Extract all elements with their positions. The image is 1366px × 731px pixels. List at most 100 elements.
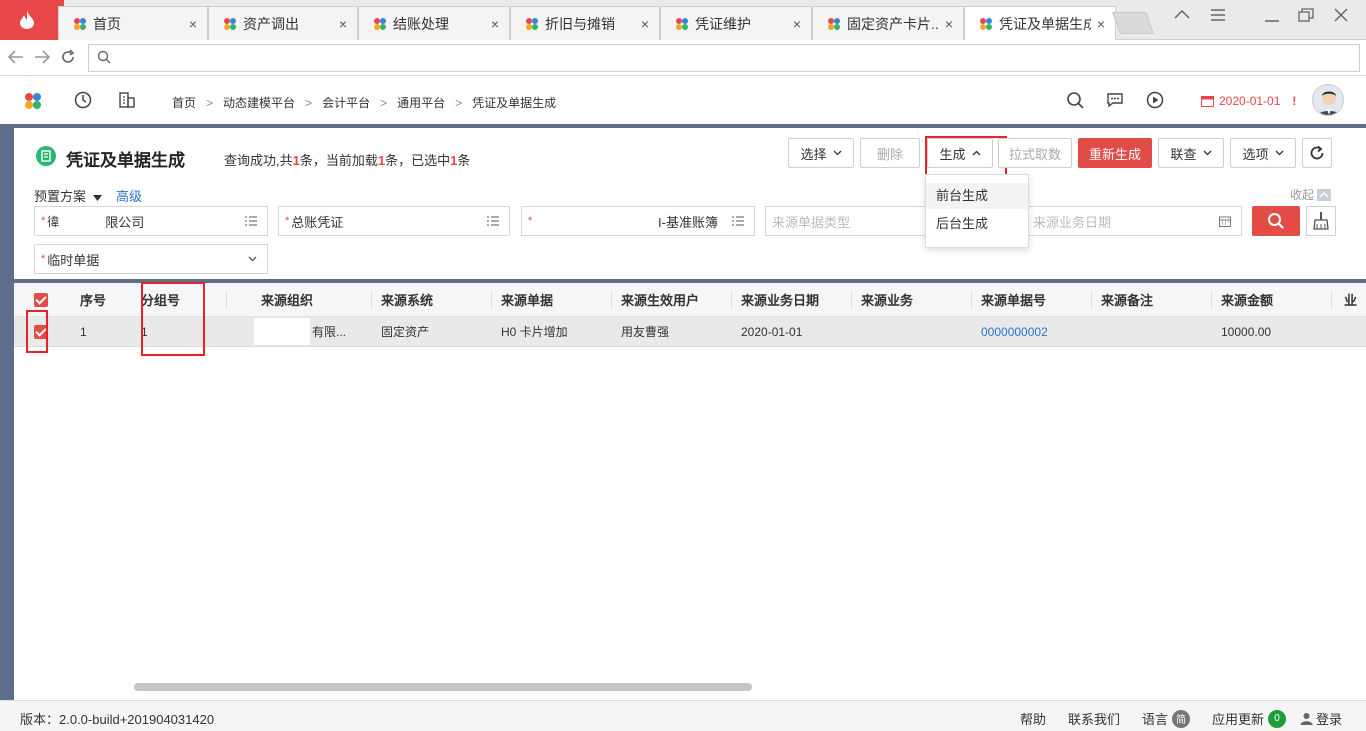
- tab-home[interactable]: 首页 ×: [58, 6, 208, 40]
- minimize-icon[interactable]: [1264, 10, 1280, 22]
- search-icon[interactable]: [1066, 91, 1084, 109]
- tab-asset-card[interactable]: 固定资产卡片... ×: [812, 6, 964, 40]
- pull-data-button[interactable]: 拉式取数: [998, 138, 1072, 168]
- app-flower-icon[interactable]: [24, 92, 42, 110]
- user-icon: [1300, 713, 1313, 725]
- close-icon[interactable]: ×: [491, 16, 499, 32]
- preset-scheme-dropdown[interactable]: 预置方案: [34, 186, 102, 205]
- app-update-link[interactable]: 应用更新 0: [1212, 709, 1287, 728]
- options-button[interactable]: 选项: [1230, 138, 1296, 168]
- column-header[interactable]: 来源业务日期: [741, 283, 819, 316]
- column-header[interactable]: 业: [1344, 283, 1357, 316]
- query-status: 查询成功,共1条，当前加载1条，已选中1条: [224, 150, 470, 169]
- close-icon[interactable]: ×: [189, 16, 197, 32]
- voucher-type-field[interactable]: * 总账凭证: [278, 206, 510, 236]
- chevron-up-icon[interactable]: [1174, 8, 1190, 20]
- column-divider[interactable]: [371, 291, 372, 309]
- refresh-button[interactable]: [1302, 138, 1332, 168]
- column-divider[interactable]: [226, 291, 227, 309]
- new-tab-button[interactable]: [1111, 12, 1155, 34]
- tab-closing[interactable]: 结账处理 ×: [358, 6, 510, 40]
- collapse-link[interactable]: 收起: [1290, 186, 1332, 203]
- contact-link[interactable]: 联系我们: [1068, 709, 1120, 728]
- calendar-icon[interactable]: [1219, 216, 1231, 227]
- building-icon[interactable]: [118, 91, 136, 109]
- browser-logo: [0, 0, 64, 40]
- query-text: 条，当前加载: [299, 153, 378, 168]
- forward-arrow-icon[interactable]: [34, 50, 50, 64]
- url-input[interactable]: [88, 44, 1360, 72]
- clock-icon[interactable]: [74, 91, 92, 109]
- breadcrumb-item[interactable]: 首页: [172, 94, 196, 111]
- query-text: 条，已选中: [385, 153, 451, 168]
- reload-icon[interactable]: [60, 49, 76, 65]
- close-icon[interactable]: ×: [339, 16, 347, 32]
- regenerate-button[interactable]: 重新生成: [1078, 138, 1152, 168]
- list-icon[interactable]: [487, 216, 499, 226]
- table-row[interactable]: 1 1 有限... 固定资产 H0 卡片增加 用友曹强 2020-01-01 0…: [14, 317, 1366, 347]
- required-mark: *: [285, 215, 290, 227]
- play-icon[interactable]: [1146, 91, 1164, 109]
- menu-icon[interactable]: [1210, 9, 1226, 21]
- link-query-button[interactable]: 联查: [1158, 138, 1224, 168]
- checkbox-checked-icon: [34, 292, 48, 307]
- column-header[interactable]: 来源系统: [381, 283, 433, 316]
- column-divider[interactable]: [611, 291, 612, 309]
- column-divider[interactable]: [851, 291, 852, 309]
- column-divider[interactable]: [1091, 291, 1092, 309]
- language-switch[interactable]: 语言 简: [1142, 709, 1191, 728]
- advanced-link[interactable]: 高级: [116, 186, 142, 205]
- breadcrumb-item-current: 凭证及单据生成: [472, 96, 557, 110]
- chat-icon[interactable]: [1106, 91, 1124, 109]
- column-header[interactable]: 来源组织: [261, 283, 313, 316]
- breadcrumb-item[interactable]: 动态建模平台: [223, 94, 295, 111]
- column-divider[interactable]: [491, 291, 492, 309]
- restore-icon[interactable]: [1298, 8, 1314, 22]
- tab-label: 凭证及单据生成: [999, 16, 1091, 32]
- address-bar: [0, 40, 1366, 76]
- login-link[interactable]: 登录: [1300, 709, 1342, 728]
- select-button[interactable]: 选择: [788, 138, 854, 168]
- breadcrumb-item[interactable]: 会计平台: [322, 94, 370, 111]
- column-header[interactable]: 序号: [80, 283, 106, 316]
- menu-item-background-generate[interactable]: 后台生成: [926, 211, 1028, 237]
- column-header[interactable]: 来源备注: [1101, 283, 1153, 316]
- help-link[interactable]: 帮助: [1020, 709, 1046, 728]
- list-icon[interactable]: [732, 216, 744, 226]
- tab-voucher-generate[interactable]: 凭证及单据生成 ×: [964, 6, 1116, 41]
- tab-asset-out[interactable]: 资产调出 ×: [208, 6, 358, 40]
- breadcrumb-item[interactable]: 通用平台: [397, 94, 445, 111]
- source-date-field[interactable]: 来源业务日期: [1008, 206, 1242, 236]
- column-header[interactable]: 来源单据: [501, 283, 553, 316]
- tab-depreciation[interactable]: 折旧与摊销 ×: [510, 6, 660, 40]
- menu-item-foreground-generate[interactable]: 前台生成: [926, 183, 1028, 209]
- list-icon[interactable]: [245, 216, 257, 226]
- close-icon[interactable]: ×: [945, 16, 953, 32]
- search-button[interactable]: [1252, 206, 1300, 236]
- delete-button[interactable]: 删除: [860, 138, 920, 168]
- column-divider[interactable]: [1331, 291, 1332, 309]
- clear-filter-button[interactable]: [1306, 206, 1336, 236]
- business-date[interactable]: 2020-01-01 !: [1201, 94, 1296, 108]
- cell-bill-no-link[interactable]: 0000000002: [981, 317, 1048, 346]
- column-header[interactable]: 来源单据号: [981, 283, 1046, 316]
- tab-label: 结账处理: [393, 15, 449, 32]
- close-icon[interactable]: ×: [793, 16, 801, 32]
- column-header[interactable]: 来源金额: [1221, 283, 1273, 316]
- bill-state-select[interactable]: * 临时单据: [34, 244, 268, 274]
- tab-voucher-maintain[interactable]: 凭证维护 ×: [660, 6, 812, 40]
- column-header[interactable]: 来源业务: [861, 283, 913, 316]
- column-header[interactable]: 来源生效用户: [621, 283, 699, 316]
- org-field[interactable]: * 徫 限公司: [34, 206, 268, 236]
- column-divider[interactable]: [731, 291, 732, 309]
- close-icon[interactable]: ×: [641, 16, 649, 32]
- table-header: 序号 分组号 来源组织 来源系统 来源单据 来源生效用户 来源业务日期 来源业务…: [14, 283, 1366, 317]
- avatar[interactable]: [1312, 84, 1344, 116]
- horizontal-scrollbar[interactable]: [134, 683, 752, 691]
- column-divider[interactable]: [971, 291, 972, 309]
- accbook-field[interactable]: * I-基准账簿: [521, 206, 755, 236]
- close-icon[interactable]: ×: [1097, 16, 1105, 32]
- back-arrow-icon[interactable]: [8, 50, 24, 64]
- window-close-icon[interactable]: [1334, 8, 1348, 22]
- column-divider[interactable]: [1211, 291, 1212, 309]
